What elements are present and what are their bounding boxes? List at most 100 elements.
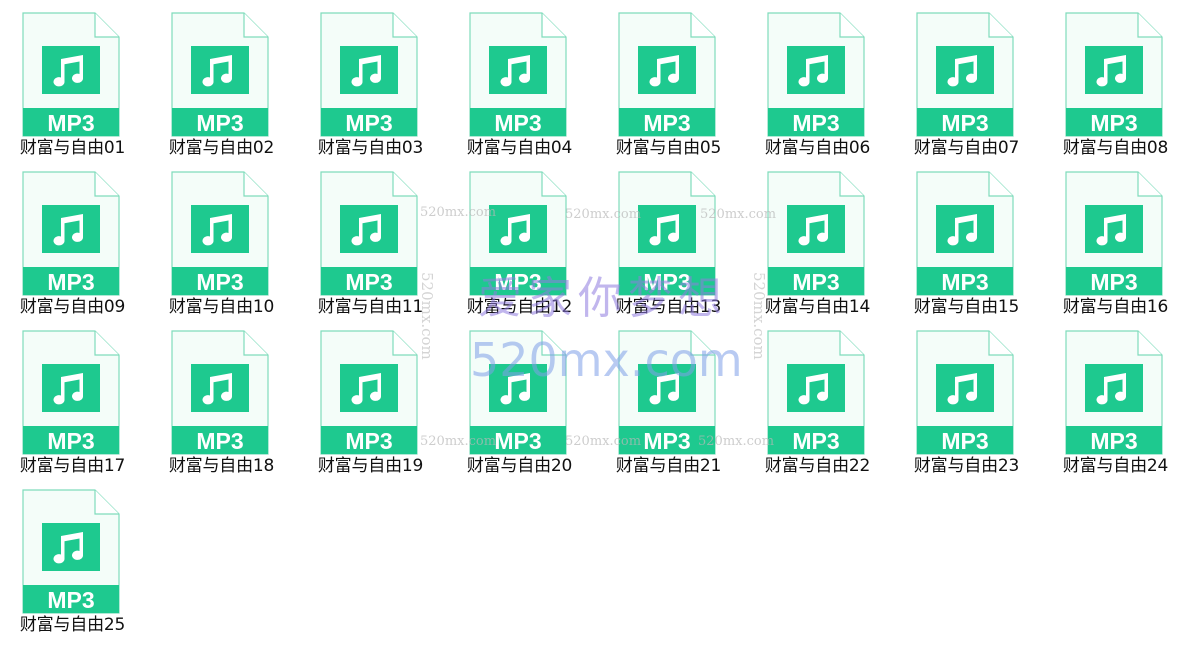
mp3-badge-text: MP3 <box>345 428 392 454</box>
mp3-badge-text: MP3 <box>494 269 541 295</box>
file-item[interactable]: MP3 财富与自由08 <box>1043 0 1187 159</box>
mp3-badge-text: MP3 <box>196 428 243 454</box>
mp3-badge-text: MP3 <box>792 428 839 454</box>
mp3-badge-text: MP3 <box>1090 110 1137 136</box>
mp3-file-icon: MP3 <box>618 330 716 455</box>
file-name-label: 财富与自由13 <box>615 297 722 317</box>
mp3-file-icon: MP3 <box>320 12 418 137</box>
file-name-label: 财富与自由23 <box>913 456 1020 476</box>
mp3-badge-text: MP3 <box>196 269 243 295</box>
mp3-badge-text: MP3 <box>1090 269 1137 295</box>
mp3-file-icon: MP3 <box>767 330 865 455</box>
file-item[interactable]: MP3 财富与自由04 <box>447 0 596 159</box>
file-item[interactable]: MP3 财富与自由09 <box>0 159 149 318</box>
mp3-file-icon: MP3 <box>767 171 865 296</box>
file-item[interactable]: MP3 财富与自由13 <box>596 159 745 318</box>
mp3-file-icon: MP3 <box>171 171 269 296</box>
mp3-file-icon: MP3 <box>1065 12 1163 137</box>
mp3-file-icon: MP3 <box>916 171 1014 296</box>
mp3-file-icon: MP3 <box>767 12 865 137</box>
file-item[interactable]: MP3 财富与自由15 <box>894 159 1043 318</box>
mp3-badge-text: MP3 <box>494 428 541 454</box>
mp3-badge-text: MP3 <box>196 110 243 136</box>
file-name-label: 财富与自由25 <box>19 615 126 635</box>
file-name-label: 财富与自由14 <box>764 297 871 317</box>
mp3-file-icon: MP3 <box>171 330 269 455</box>
mp3-badge-text: MP3 <box>47 428 94 454</box>
file-item[interactable]: MP3 财富与自由07 <box>894 0 1043 159</box>
mp3-file-icon: MP3 <box>320 330 418 455</box>
file-name-label: 财富与自由09 <box>19 297 126 317</box>
mp3-badge-text: MP3 <box>643 269 690 295</box>
file-name-label: 财富与自由04 <box>466 138 573 158</box>
file-item[interactable]: MP3 财富与自由24 <box>1043 318 1187 477</box>
mp3-file-icon: MP3 <box>1065 171 1163 296</box>
mp3-file-icon: MP3 <box>469 12 567 137</box>
file-name-label: 财富与自由15 <box>913 297 1020 317</box>
file-item[interactable]: MP3 财富与自由16 <box>1043 159 1187 318</box>
file-name-label: 财富与自由21 <box>615 456 722 476</box>
file-name-label: 财富与自由18 <box>168 456 275 476</box>
file-name-label: 财富与自由08 <box>1062 138 1169 158</box>
file-name-label: 财富与自由12 <box>466 297 573 317</box>
file-item[interactable]: MP3 财富与自由05 <box>596 0 745 159</box>
mp3-file-icon: MP3 <box>320 171 418 296</box>
file-item[interactable]: MP3 财富与自由03 <box>298 0 447 159</box>
mp3-file-icon: MP3 <box>22 171 120 296</box>
file-item[interactable]: MP3 财富与自由11 <box>298 159 447 318</box>
mp3-badge-text: MP3 <box>1090 428 1137 454</box>
file-item[interactable]: MP3 财富与自由25 <box>0 477 149 636</box>
file-item[interactable]: MP3 财富与自由10 <box>149 159 298 318</box>
file-item[interactable]: MP3 财富与自由06 <box>745 0 894 159</box>
mp3-file-icon: MP3 <box>22 489 120 614</box>
mp3-file-icon: MP3 <box>1065 330 1163 455</box>
file-name-label: 财富与自由17 <box>19 456 126 476</box>
mp3-file-icon: MP3 <box>22 12 120 137</box>
mp3-file-icon: MP3 <box>171 12 269 137</box>
file-item[interactable]: MP3 财富与自由18 <box>149 318 298 477</box>
mp3-badge-text: MP3 <box>643 110 690 136</box>
file-name-label: 财富与自由06 <box>764 138 871 158</box>
file-name-label: 财富与自由05 <box>615 138 722 158</box>
mp3-file-icon: MP3 <box>22 330 120 455</box>
file-item[interactable]: MP3 财富与自由19 <box>298 318 447 477</box>
file-item[interactable]: MP3 财富与自由21 <box>596 318 745 477</box>
mp3-file-icon: MP3 <box>618 12 716 137</box>
file-name-label: 财富与自由16 <box>1062 297 1169 317</box>
mp3-badge-text: MP3 <box>47 110 94 136</box>
file-name-label: 财富与自由07 <box>913 138 1020 158</box>
file-item[interactable]: MP3 财富与自由14 <box>745 159 894 318</box>
file-name-label: 财富与自由22 <box>764 456 871 476</box>
mp3-badge-text: MP3 <box>941 428 988 454</box>
file-name-label: 财富与自由02 <box>168 138 275 158</box>
mp3-badge-text: MP3 <box>941 269 988 295</box>
mp3-file-icon: MP3 <box>618 171 716 296</box>
file-item[interactable]: MP3 财富与自由17 <box>0 318 149 477</box>
file-item[interactable]: MP3 财富与自由12 <box>447 159 596 318</box>
file-item[interactable]: MP3 财富与自由20 <box>447 318 596 477</box>
file-name-label: 财富与自由11 <box>317 297 424 317</box>
mp3-file-icon: MP3 <box>469 330 567 455</box>
file-name-label: 财富与自由10 <box>168 297 275 317</box>
file-name-label: 财富与自由20 <box>466 456 573 476</box>
file-item[interactable]: MP3 财富与自由02 <box>149 0 298 159</box>
file-name-label: 财富与自由19 <box>317 456 424 476</box>
mp3-badge-text: MP3 <box>643 428 690 454</box>
mp3-file-icon: MP3 <box>469 171 567 296</box>
mp3-badge-text: MP3 <box>941 110 988 136</box>
mp3-badge-text: MP3 <box>47 587 94 613</box>
mp3-badge-text: MP3 <box>792 269 839 295</box>
file-name-label: 财富与自由24 <box>1062 456 1169 476</box>
mp3-badge-text: MP3 <box>494 110 541 136</box>
mp3-badge-text: MP3 <box>792 110 839 136</box>
mp3-badge-text: MP3 <box>345 269 392 295</box>
mp3-badge-text: MP3 <box>345 110 392 136</box>
file-item[interactable]: MP3 财富与自由23 <box>894 318 1043 477</box>
file-name-label: 财富与自由03 <box>317 138 424 158</box>
mp3-file-icon: MP3 <box>916 12 1014 137</box>
file-name-label: 财富与自由01 <box>19 138 126 158</box>
file-grid: MP3 财富与自由01 MP3 财富与自由02 MP3 财富与自由03 MP3 财富与自由04… <box>0 0 1187 650</box>
mp3-file-icon: MP3 <box>916 330 1014 455</box>
file-item[interactable]: MP3 财富与自由22 <box>745 318 894 477</box>
file-item[interactable]: MP3 财富与自由01 <box>0 0 149 159</box>
